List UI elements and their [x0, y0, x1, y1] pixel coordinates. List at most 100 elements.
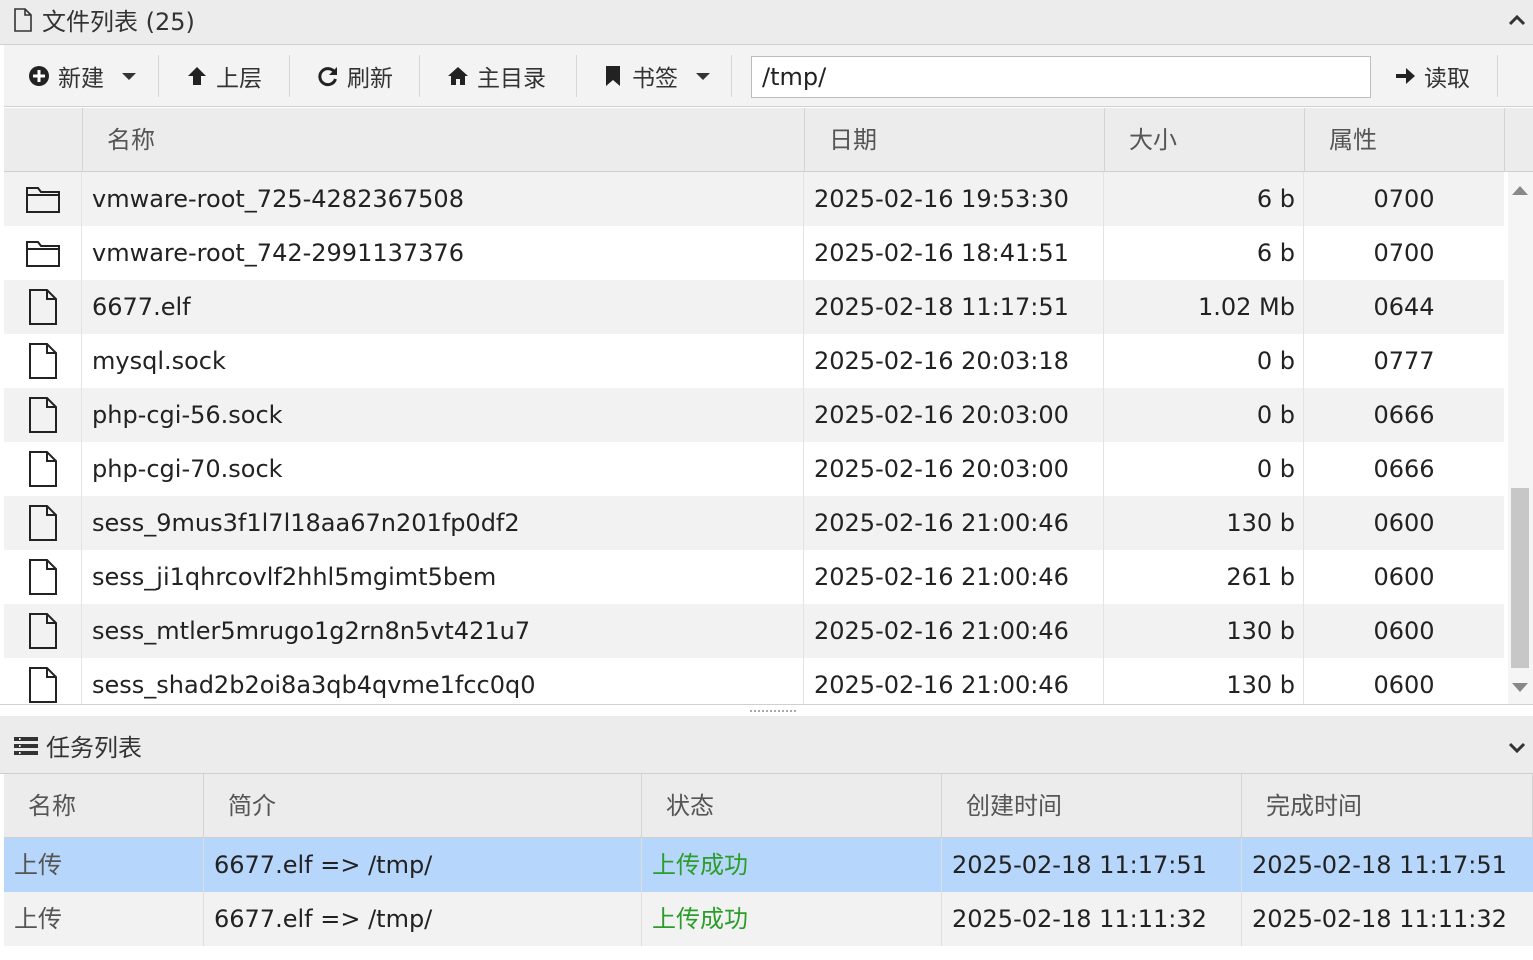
- file-name: sess_mtler5mrugo1g2rn8n5vt421u7: [82, 604, 804, 658]
- file-row[interactable]: sess_9mus3f1l7l18aa67n201fp0df2 2025-02-1…: [4, 496, 1504, 550]
- file-row[interactable]: 6677.elf 2025-02-18 11:17:51 1.02 Mb 0644: [4, 280, 1504, 334]
- task-column-header-status[interactable]: 状态: [642, 774, 942, 838]
- task-desc: 6677.elf => /tmp/: [204, 838, 642, 892]
- task-status: 上传成功: [642, 892, 942, 946]
- file-attr: 0700: [1373, 185, 1435, 213]
- chevron-down-icon[interactable]: [1507, 737, 1527, 757]
- splitter-grip[interactable]: [750, 710, 796, 712]
- file-date: 2025-02-16 21:00:46: [804, 604, 1104, 658]
- plus-circle-icon: [29, 66, 49, 86]
- column-header-name[interactable]: 名称: [83, 108, 805, 172]
- file-row[interactable]: sess_mtler5mrugo1g2rn8n5vt421u7 2025-02-1…: [4, 604, 1504, 658]
- file-list-scrollbar[interactable]: [1508, 172, 1533, 704]
- arrow-up-icon: [188, 67, 206, 85]
- file-icon: [28, 397, 57, 433]
- file-icon: [28, 451, 57, 487]
- file-name: vmware-root_725-4282367508: [82, 172, 804, 226]
- up-button-label: 上层: [216, 66, 262, 92]
- toolbar-divider: [1497, 55, 1498, 97]
- task-column-header-name[interactable]: 名称: [4, 774, 204, 838]
- file-row[interactable]: sess_ji1qhrcovlf2hhl5mgimt5bem 2025-02-16…: [4, 550, 1504, 604]
- file-panel-header: 文件列表 (25): [0, 0, 1533, 45]
- file-attr: 0644: [1373, 293, 1435, 321]
- file-row-icon-cell: [4, 604, 82, 658]
- list-icon: [14, 736, 38, 755]
- refresh-icon: [318, 67, 337, 87]
- task-status: 上传成功: [642, 838, 942, 892]
- file-size: 1.02 Mb: [1104, 280, 1304, 334]
- file-row[interactable]: mysql.sock 2025-02-16 20:03:18 0 b 0777: [4, 334, 1504, 388]
- up-button[interactable]: 上层: [186, 45, 262, 107]
- file-row-icon-cell: [4, 280, 82, 334]
- file-icon: [28, 343, 57, 379]
- file-icon: [28, 559, 57, 595]
- file-row-icon-cell: [4, 334, 82, 388]
- file-name: mysql.sock: [82, 334, 804, 388]
- toolbar-divider: [731, 55, 732, 97]
- file-attr: 0600: [1373, 617, 1435, 645]
- scroll-down-arrow-icon[interactable]: [1512, 683, 1528, 692]
- file-row[interactable]: sess_shad2b2oi8a3qb4qvme1fcc0q0 2025-02-1…: [4, 658, 1504, 704]
- file-icon: [28, 613, 57, 649]
- file-size: 0 b: [1104, 442, 1304, 496]
- file-row-icon-cell: [4, 442, 82, 496]
- file-date: 2025-02-16 20:03:00: [804, 388, 1104, 442]
- panel-splitter[interactable]: [0, 704, 1533, 716]
- file-name: sess_ji1qhrcovlf2hhl5mgimt5bem: [82, 550, 804, 604]
- scrollbar-thumb[interactable]: [1511, 488, 1529, 668]
- file-size: 130 b: [1104, 604, 1304, 658]
- file-date: 2025-02-16 21:00:46: [804, 658, 1104, 704]
- task-finished-time: 2025-02-18 11:11:32: [1252, 905, 1507, 933]
- file-size: 0 b: [1104, 334, 1304, 388]
- file-row[interactable]: php-cgi-70.sock 2025-02-16 20:03:00 0 b 066…: [4, 442, 1504, 496]
- file-date: 2025-02-16 21:00:46: [804, 550, 1104, 604]
- task-created-time: 2025-02-18 11:17:51: [942, 838, 1242, 892]
- file-size: 6 b: [1104, 226, 1304, 280]
- file-date: 2025-02-16 18:41:51: [804, 226, 1104, 280]
- file-attr: 0700: [1373, 239, 1435, 267]
- task-panel-title-text: 任务列表: [46, 734, 142, 762]
- path-input[interactable]: [751, 56, 1371, 98]
- read-button[interactable]: 读取: [1394, 45, 1470, 107]
- task-column-header-created[interactable]: 创建时间: [942, 774, 1242, 838]
- file-row[interactable]: php-cgi-56.sock 2025-02-16 20:03:00 0 b 066…: [4, 388, 1504, 442]
- file-name: php-cgi-70.sock: [82, 442, 804, 496]
- scroll-up-arrow-icon[interactable]: [1512, 186, 1528, 195]
- chevron-up-icon[interactable]: [1507, 11, 1527, 31]
- task-row[interactable]: 上传 6677.elf => /tmp/上传成功 2025-02-18 11:11:…: [4, 892, 1533, 946]
- file-size: 130 b: [1104, 658, 1304, 704]
- chevron-down-icon: [696, 72, 710, 80]
- home-icon: [448, 67, 468, 85]
- file-date: 2025-02-18 11:17:51: [804, 280, 1104, 334]
- file-row-icon-cell: [4, 226, 82, 280]
- task-column-header-finished[interactable]: 完成时间: [1242, 774, 1533, 838]
- bookmark-button-label: 书签: [632, 66, 678, 92]
- task-panel-title: 任务列表: [14, 728, 142, 763]
- column-header-attr[interactable]: 属性: [1305, 108, 1505, 172]
- column-header-date[interactable]: 日期: [805, 108, 1105, 172]
- bookmark-button[interactable]: 书签: [602, 45, 710, 107]
- file-icon: [28, 289, 57, 325]
- arrow-right-icon: [1396, 68, 1415, 84]
- column-header-size[interactable]: 大小: [1105, 108, 1305, 172]
- file-name: php-cgi-56.sock: [82, 388, 804, 442]
- refresh-button[interactable]: 刷新: [317, 45, 393, 107]
- file-row[interactable]: vmware-root_725-4282367508 2025-02-16 19:…: [4, 172, 1504, 226]
- task-name: 上传: [4, 892, 204, 946]
- task-column-header-desc[interactable]: 简介: [204, 774, 642, 838]
- home-button[interactable]: 主目录: [447, 45, 546, 107]
- file-date: 2025-02-16 20:03:18: [804, 334, 1104, 388]
- file-row[interactable]: vmware-root_742-2991137376 2025-02-16 18:…: [4, 226, 1504, 280]
- file-size: 6 b: [1104, 172, 1304, 226]
- new-button[interactable]: 新建: [28, 45, 136, 107]
- refresh-button-label: 刷新: [347, 66, 393, 92]
- folder-icon: [25, 241, 60, 267]
- file-attr: 0600: [1373, 563, 1435, 591]
- task-desc: 6677.elf => /tmp/: [204, 892, 642, 946]
- toolbar-divider: [289, 55, 290, 97]
- bookmark-icon: [606, 66, 620, 86]
- file-date: 2025-02-16 21:00:46: [804, 496, 1104, 550]
- task-row[interactable]: 上传 6677.elf => /tmp/上传成功 2025-02-18 11:17:…: [4, 838, 1533, 892]
- task-created-time: 2025-02-18 11:11:32: [942, 892, 1242, 946]
- folder-icon: [25, 187, 60, 213]
